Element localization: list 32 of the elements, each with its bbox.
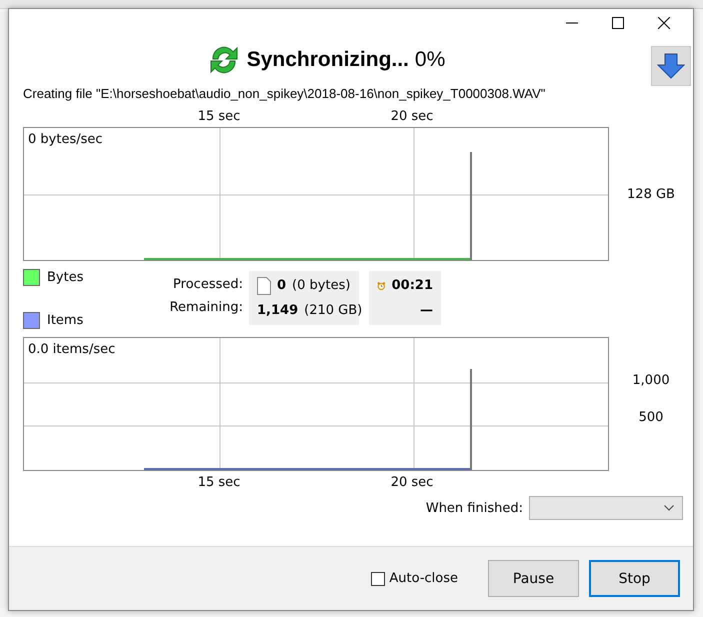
close-icon[interactable] — [658, 17, 670, 29]
file-icon — [257, 276, 271, 294]
elapsed-time: 00:21 — [392, 278, 433, 293]
status-text: Creating file "E:\horseshoebat\audio_non_spikey\2018-08-16\non_spikey_T0000308.WAV" — [22, 85, 546, 103]
collapse-button[interactable] — [651, 46, 691, 86]
legend-label: Items — [47, 313, 84, 328]
processed-count: 0 — [277, 278, 286, 293]
legend-label: Bytes — [47, 270, 84, 285]
axis-label: 20 sec — [390, 109, 434, 124]
remaining-count: 1,149 — [257, 303, 298, 318]
axis-label: 20 sec — [390, 475, 434, 490]
remaining-time: — — [420, 303, 433, 318]
auto-close-checkbox[interactable] — [371, 572, 386, 586]
axis-label: 15 sec — [198, 109, 240, 124]
when-finished-label: When finished: — [426, 500, 523, 516]
stat-label: Processed: — [173, 277, 243, 292]
dialog-button[interactable]: Pause — [488, 560, 579, 597]
progress-percent: 0% — [414, 48, 446, 72]
sync-title: Synchronizing... — [246, 48, 409, 72]
axis-label: 15 sec — [198, 475, 240, 490]
auto-close-label[interactable]: Auto-close — [389, 571, 458, 586]
bytes-rate: 0 bytes/sec — [28, 132, 103, 147]
axis-label: 128 GB — [627, 186, 675, 202]
maximize-icon[interactable] — [612, 17, 624, 29]
remaining-size: (210 GB) — [304, 303, 362, 318]
items-rate: 0.0 items/sec — [28, 342, 116, 357]
dialog-button[interactable]: Stop — [589, 560, 680, 597]
processed-size: (0 bytes) — [292, 278, 350, 293]
chevron-down-icon — [664, 505, 674, 511]
axis-label: 1,000 — [632, 373, 670, 388]
stat-label: Remaining: — [170, 300, 243, 315]
axis-label: 500 — [638, 410, 664, 425]
